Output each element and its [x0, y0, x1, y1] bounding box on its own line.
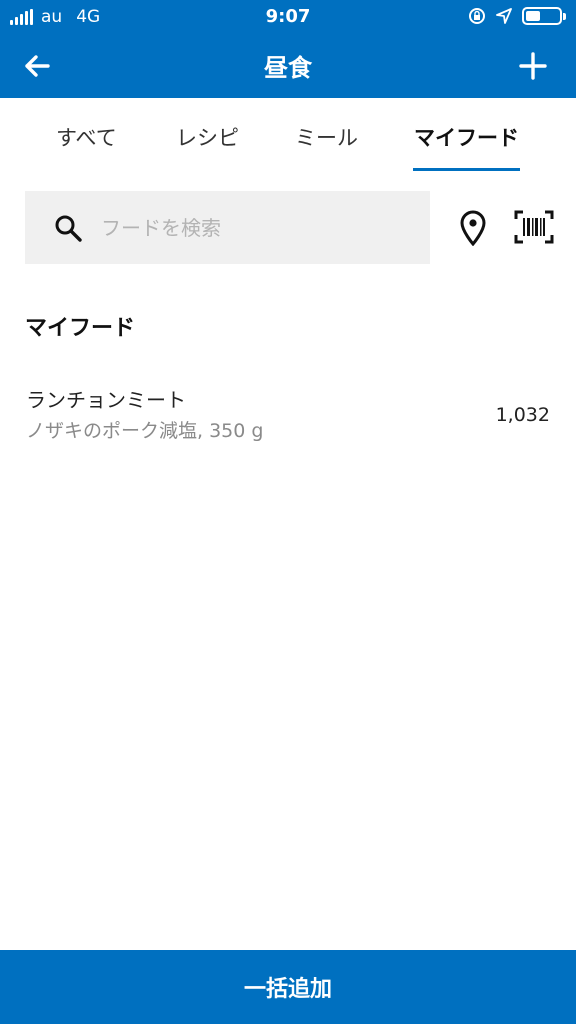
tab-meals[interactable]: ミール: [295, 122, 358, 152]
tab-bar: すべて レシピ ミール マイフード: [0, 98, 576, 172]
tab-all[interactable]: すべて: [56, 122, 117, 152]
search-input[interactable]: [99, 209, 413, 247]
barcode-scan-icon[interactable]: [514, 210, 554, 244]
active-tab-indicator: [413, 168, 520, 171]
nav-bar: 昼食: [0, 34, 576, 98]
location-arrow-icon: [496, 8, 512, 24]
plus-icon[interactable]: [518, 51, 548, 81]
bulk-add-button[interactable]: 一括追加: [0, 950, 576, 1024]
search-icon: [55, 215, 82, 242]
food-list-item[interactable]: ランチョンミート ノザキのポーク減塩, 350 g 1,032: [0, 370, 576, 460]
tab-my-foods[interactable]: マイフード: [414, 122, 519, 152]
orientation-lock-icon: [469, 8, 485, 24]
search-box[interactable]: [25, 191, 430, 264]
food-description: ノザキのポーク減塩, 350 g: [26, 420, 264, 442]
page-title: 昼食: [264, 54, 312, 82]
tab-recipes[interactable]: レシピ: [176, 122, 239, 152]
status-bar: au 4G 9:07: [0, 0, 576, 34]
battery-icon: [522, 7, 566, 25]
section-title: マイフード: [25, 316, 136, 341]
food-name: ランチョンミート: [26, 388, 186, 412]
map-pin-icon[interactable]: [458, 210, 488, 246]
food-calories: 1,032: [495, 404, 550, 426]
